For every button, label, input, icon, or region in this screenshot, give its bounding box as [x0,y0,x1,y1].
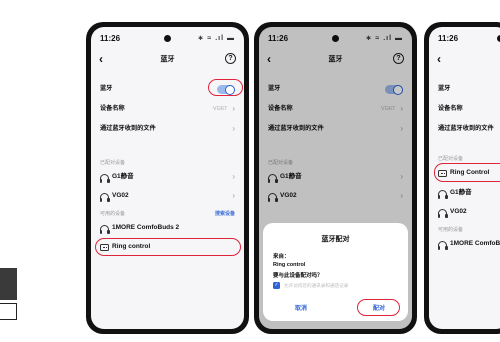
received-files-label: 通过蓝牙收到的文件 [100,125,156,132]
bluetooth-label: 蓝牙 [100,85,113,92]
paired-device-row[interactable]: VG02 › [99,189,235,203]
highlight-ring-device [95,238,241,256]
device-label: 1MORE ComfoBuds 2 [450,240,500,247]
bluetooth-pairing-screen: 11:26 ∗ ≈ .ıl ▬ ‹ 蓝牙 ? 蓝牙 设备名称 VG67 › 通过… [259,27,412,329]
device-label: G1静音 [112,173,134,180]
status-time: 11:26 [100,34,121,43]
available-section-header: 可用的设备 [100,211,126,217]
headset-icon [99,193,110,202]
device-name-row[interactable]: 设备名称 [438,102,500,116]
device-name-row[interactable]: 设备名称 VG67 › [100,102,235,116]
highlight-ring-toggle [208,79,243,96]
bluetooth-paired-screen: 11:26 ‹ 蓝牙 蓝牙 设备名称 通过蓝牙收到的文件 已配对设备 Ring … [429,27,500,329]
bluetooth-toggle-row: 蓝牙 [438,82,500,96]
camera-hole [164,35,171,42]
chevron-right-icon: › [232,104,235,113]
bluetooth-settings-screen: 11:26 ∗ ≈ .ıl ▬ ‹ 蓝牙 ? 蓝牙 设备名称 VG67 › 通过… [91,27,244,329]
headset-icon [437,190,448,199]
cancel-button[interactable]: 取消 [295,303,307,312]
available-section-header: 可用的设备 [438,227,464,233]
paired-device-row[interactable]: G1静音 › [99,170,235,184]
bluetooth-label: 蓝牙 [438,85,451,92]
back-arrow-icon[interactable]: ‹ [437,52,441,66]
chevron-right-icon: › [232,124,235,133]
cropped-dark-block [0,268,17,300]
received-files-row[interactable]: 通过蓝牙收到的文件 › [100,122,235,136]
device-label: 1MORE ComfoBuds 2 [112,224,180,231]
dialog-source: 来自： Ring control [273,253,305,269]
received-files-row[interactable]: 通过蓝牙收到的文件 [438,122,500,136]
refresh-link[interactable]: 搜索设备 [215,210,235,217]
nav-bar: ‹ 蓝牙 [437,52,500,67]
device-label: VG02 [112,192,129,199]
phone-screenshot-3: 11:26 ‹ 蓝牙 蓝牙 设备名称 通过蓝牙收到的文件 已配对设备 Ring … [424,22,500,334]
paired-section-header: 已配对设备 [100,160,126,166]
highlight-ring-paired [434,163,500,182]
status-bar: 11:26 [438,34,500,44]
chevron-right-icon: › [232,172,235,181]
paired-device-row[interactable]: VG02 [437,205,500,219]
status-bar: 11:26 ∗ ≈ .ıl ▬ [100,34,235,44]
device-name-value: VG67 [212,106,227,112]
from-device: Ring control [273,262,306,268]
dialog-title: 蓝牙配对 [321,236,350,243]
phone-screenshot-2: 11:26 ∗ ≈ .ıl ▬ ‹ 蓝牙 ? 蓝牙 设备名称 VG67 › 通过… [254,22,417,334]
available-device-row[interactable]: 1MORE ComfoBuds 2 [99,221,235,235]
available-device-row[interactable]: 1MORE ComfoBuds 2 [437,237,500,251]
nav-bar: ‹ 蓝牙 ? [99,52,236,67]
headset-icon [99,225,110,234]
contacts-checkbox[interactable]: ✓ [273,282,280,289]
highlight-ring-pair [357,299,400,316]
received-files-label: 通过蓝牙收到的文件 [438,125,494,132]
headset-icon [437,241,448,250]
help-icon[interactable]: ? [225,53,236,64]
headset-icon [99,174,110,183]
device-name-label: 设备名称 [438,105,463,112]
paired-section-header: 已配对设备 [438,156,464,162]
contacts-checkbox-label: 允许访问您的通讯录和通话记录 [284,282,349,288]
chevron-right-icon: › [232,191,235,200]
phone-screenshot-1: 11:26 ∗ ≈ .ıl ▬ ‹ 蓝牙 ? 蓝牙 设备名称 VG67 › 通过… [86,22,249,334]
paired-device-row[interactable]: G1静音 [437,186,500,200]
from-label: 来自： [273,254,290,260]
page-title: 蓝牙 [160,56,175,63]
headset-icon [437,209,448,218]
device-name-label: 设备名称 [100,105,125,112]
status-icons: ∗ ≈ .ıl ▬ [197,35,235,42]
status-time: 11:26 [438,34,459,43]
dialog-question: 要与此设备配对吗？ [273,273,323,279]
device-label: G1静音 [450,189,472,196]
device-label: VG02 [450,208,467,215]
cropped-outline-box [0,303,17,320]
